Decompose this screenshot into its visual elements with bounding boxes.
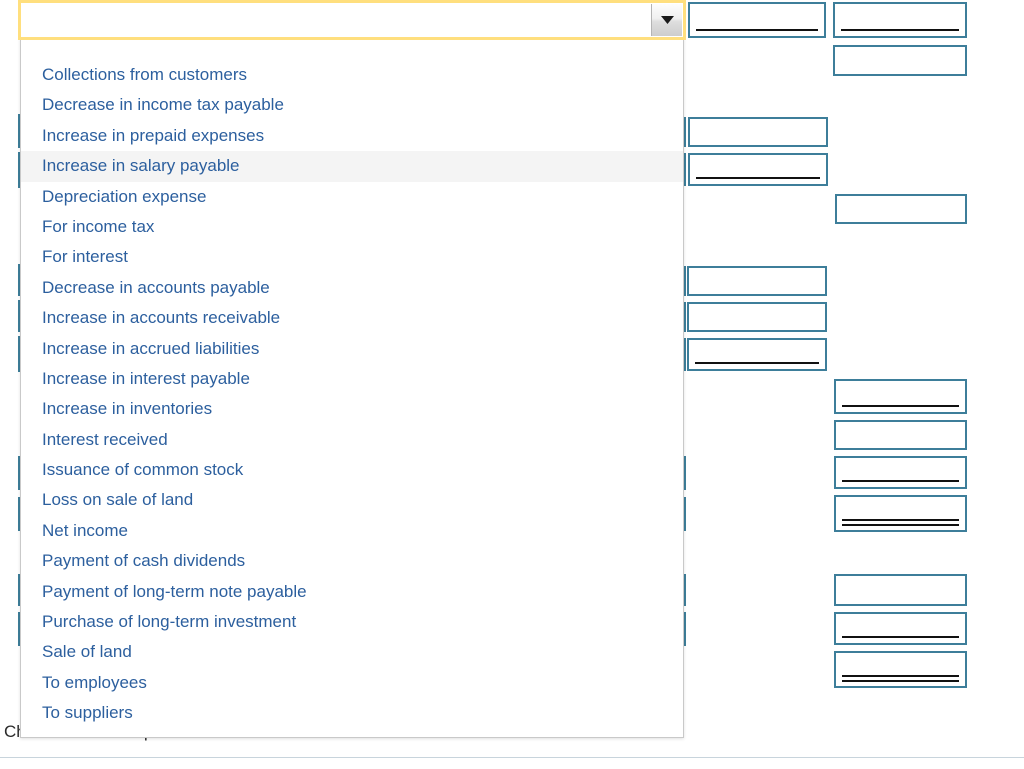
amount-box-col3-r9[interactable] bbox=[834, 612, 967, 645]
combobox-option[interactable]: Increase in accounts receivable bbox=[21, 303, 683, 333]
combobox-option[interactable]: Depreciation expense bbox=[21, 182, 683, 212]
combobox-option[interactable]: For income tax bbox=[21, 212, 683, 242]
subtotal-rule bbox=[696, 177, 820, 179]
subtotal-rule bbox=[696, 29, 818, 31]
combobox-option[interactable]: Increase in salary payable bbox=[21, 151, 683, 182]
combobox-option[interactable]: Decrease in accounts payable bbox=[21, 273, 683, 303]
amount-box-col2-r3[interactable] bbox=[688, 153, 828, 186]
amount-box-col3-r4[interactable] bbox=[834, 379, 967, 414]
combobox-option[interactable]: Interest received bbox=[21, 425, 683, 455]
amount-box-col3-r8[interactable] bbox=[834, 574, 967, 606]
subtotal-rule bbox=[695, 362, 819, 364]
combobox-option[interactable]: Decrease in income tax payable bbox=[21, 90, 683, 120]
combobox-option[interactable]: Increase in prepaid expenses bbox=[21, 121, 683, 151]
combobox-option[interactable]: Loss on sale of land bbox=[21, 485, 683, 515]
amount-box-col2-r1[interactable] bbox=[688, 2, 826, 38]
total-double-rule bbox=[842, 519, 959, 526]
combobox-field[interactable] bbox=[18, 0, 686, 40]
combobox-option[interactable]: To suppliers bbox=[21, 698, 683, 728]
cash-flow-line-item-combobox[interactable]: Collections from customers Decrease in in… bbox=[18, 0, 686, 738]
amount-box-col3-r2[interactable] bbox=[833, 45, 967, 76]
combobox-option[interactable]: Payment of cash dividends bbox=[21, 546, 683, 576]
amount-box-col3-r10[interactable] bbox=[834, 651, 967, 688]
amount-box-col3-r3[interactable] bbox=[835, 194, 967, 224]
combobox-option[interactable]: To employees bbox=[21, 668, 683, 698]
amount-box-col3-r5[interactable] bbox=[834, 420, 967, 450]
combobox-option[interactable]: Issuance of common stock bbox=[21, 455, 683, 485]
combobox-option[interactable]: Increase in interest payable bbox=[21, 364, 683, 394]
page-divider bbox=[0, 757, 1024, 758]
amount-box-col2-r4[interactable] bbox=[687, 266, 827, 296]
combobox-option[interactable]: Increase in inventories bbox=[21, 394, 683, 424]
combobox-selected-value bbox=[29, 10, 643, 30]
combobox-option-list[interactable]: Collections from customers Decrease in in… bbox=[20, 38, 684, 738]
amount-box-col3-r6[interactable] bbox=[834, 456, 967, 489]
combobox-option[interactable]: Purchase of long-term investment bbox=[21, 607, 683, 637]
combobox-option[interactable]: Payment of long-term note payable bbox=[21, 577, 683, 607]
subtotal-rule bbox=[842, 636, 959, 638]
amount-box-col2-r5[interactable] bbox=[687, 302, 827, 332]
combobox-option[interactable]: For interest bbox=[21, 242, 683, 272]
chevron-down-icon[interactable] bbox=[651, 4, 682, 36]
amount-box-col2-r2[interactable] bbox=[688, 117, 828, 147]
combobox-option[interactable]: Sale of land bbox=[21, 637, 683, 667]
amount-box-col3-r1[interactable] bbox=[833, 2, 967, 38]
subtotal-rule bbox=[842, 405, 959, 407]
amount-box-col2-r6[interactable] bbox=[687, 338, 827, 371]
subtotal-rule bbox=[842, 480, 959, 482]
combobox-option[interactable]: Increase in accrued liabilities bbox=[21, 334, 683, 364]
combobox-option[interactable]: Collections from customers bbox=[21, 60, 683, 90]
combobox-option[interactable]: Net income bbox=[21, 516, 683, 546]
subtotal-rule bbox=[841, 29, 959, 31]
amount-box-col3-r7[interactable] bbox=[834, 495, 967, 532]
total-double-rule bbox=[842, 675, 959, 682]
